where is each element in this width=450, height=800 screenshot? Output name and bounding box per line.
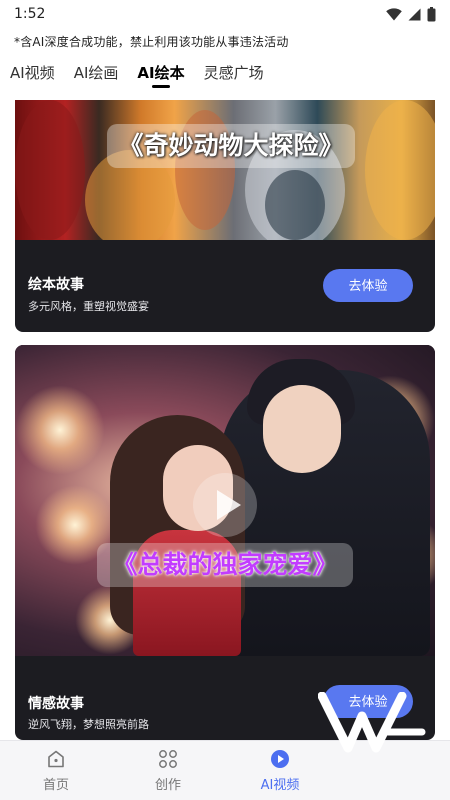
play-circle-icon (271, 750, 289, 768)
battery-icon (427, 6, 436, 21)
nav-item-home[interactable]: 首页 (21, 741, 91, 800)
nav-label: 创作 (154, 778, 181, 793)
category-tabs: AI视频 AI绘画 AI绘本 灵感广场 (0, 58, 450, 94)
status-bar: 1:52 (0, 0, 450, 28)
story-card-romance[interactable]: 《总裁的独家宠爱》 情感故事 逆风飞翔，梦想照亮前路 去体验 (15, 345, 435, 740)
nav-item-create[interactable]: 创作 (133, 741, 203, 800)
tab-ai-picture-book[interactable]: AI绘本 (137, 58, 194, 94)
tab-ai-video[interactable]: AI视频 (10, 58, 65, 94)
play-icon[interactable] (193, 473, 257, 537)
card-title: 情感故事 (28, 696, 84, 712)
signal-icon (408, 8, 421, 20)
status-icons (386, 6, 436, 22)
card-subtitle: 逆风飞翔，梦想照亮前路 (28, 718, 149, 731)
card-cover-image: 《奇妙动物大探险》 (15, 100, 435, 240)
try-button[interactable]: 去体验 (323, 269, 413, 302)
card-title: 绘本故事 (28, 277, 84, 293)
grid-icon (159, 750, 177, 768)
nav-item-ai-video[interactable]: AI视频 (245, 741, 315, 800)
tab-ai-painting[interactable]: AI绘画 (74, 58, 129, 94)
home-icon (48, 750, 64, 768)
cover-caption: 《总裁的独家宠爱》 (112, 550, 338, 579)
ai-disclaimer-notice: *含AI深度合成功能，禁止利用该功能从事违法活动 (14, 35, 289, 49)
cover-caption: 《奇妙动物大探险》 (118, 131, 344, 160)
illustration-man-face (263, 385, 341, 473)
wifi-icon (386, 7, 402, 20)
card-subtitle: 多元风格，重塑视觉盛宴 (28, 300, 149, 313)
status-time: 1:52 (14, 6, 46, 22)
tab-inspiration-square[interactable]: 灵感广场 (204, 58, 274, 94)
story-card-picture-book[interactable]: 《奇妙动物大探险》 绘本故事 多元风格，重塑视觉盛宴 去体验 (15, 100, 435, 332)
nav-label: AI视频 (260, 778, 300, 793)
card-cover-image: 《总裁的独家宠爱》 (15, 345, 435, 656)
watermark-logo (318, 692, 426, 753)
nav-label: 首页 (42, 778, 69, 793)
